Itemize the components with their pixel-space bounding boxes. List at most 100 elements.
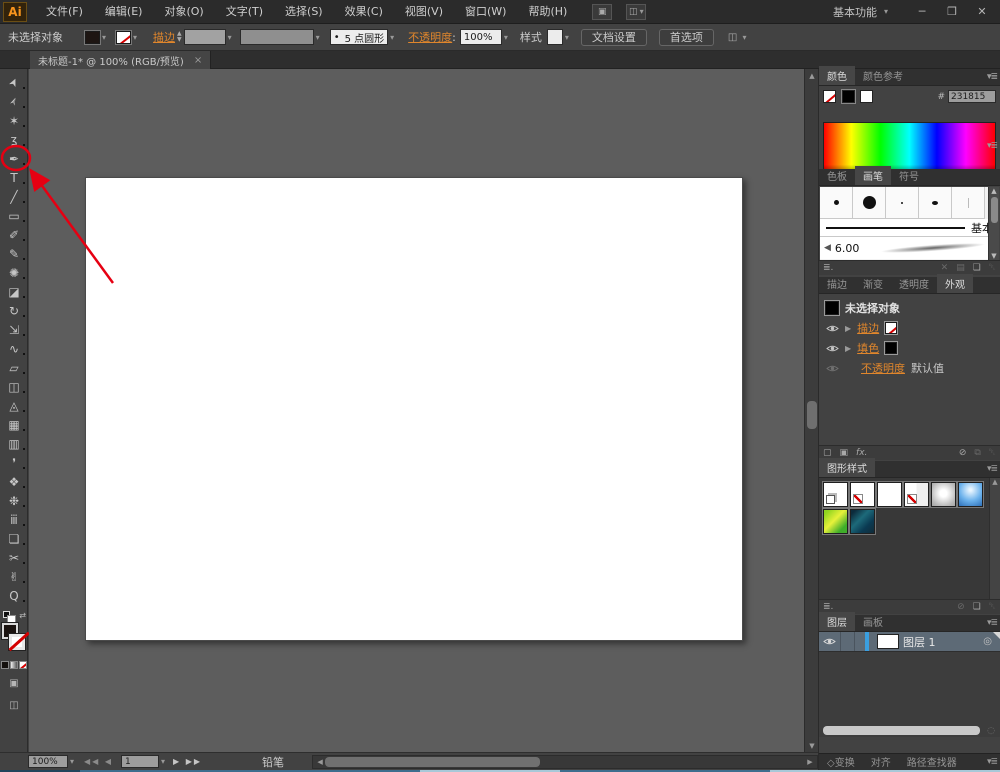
artboard-tool[interactable]: ❏: [0, 529, 28, 548]
rectangle-tool[interactable]: ▭: [0, 206, 28, 225]
eraser-tool[interactable]: ◪: [0, 282, 28, 301]
brush-libraries-icon[interactable]: ≣.: [823, 263, 833, 273]
vertical-scrollbar[interactable]: ▲ ▼: [804, 69, 818, 752]
drawing-mode-button[interactable]: ▣: [0, 675, 28, 691]
panel-tab[interactable]: 对齐: [863, 752, 899, 771]
duplicate-item-icon[interactable]: ⧉: [974, 448, 980, 458]
artboard-number-field[interactable]: 1: [121, 755, 159, 768]
zoom-level-field[interactable]: 100%: [28, 755, 68, 768]
panel-menu-icon[interactable]: ▾≣: [987, 757, 997, 767]
graphic-style-swatch[interactable]: [823, 482, 848, 507]
go-to-bridge-icon[interactable]: ▣: [592, 4, 612, 20]
swap-fill-stroke-icon[interactable]: ⇄: [19, 611, 26, 620]
artboard-nav-next-last[interactable]: ▶ ▶▶: [173, 757, 202, 766]
opacity-field[interactable]: 100%: [460, 29, 502, 45]
paintbrush-tool[interactable]: ✐: [0, 225, 28, 244]
panel-tab[interactable]: 符号: [891, 166, 927, 185]
chevron-down-icon[interactable]: ▾: [316, 33, 320, 42]
perspective-grid-tool[interactable]: ◬: [0, 396, 28, 415]
layer-target-icon[interactable]: ◎: [983, 636, 992, 647]
disclosure-triangle-icon[interactable]: ▶: [845, 344, 851, 353]
shape-builder-tool[interactable]: ◫: [0, 377, 28, 396]
graphic-style-swatch[interactable]: [904, 482, 929, 507]
menu-item[interactable]: 选择(S): [274, 0, 334, 23]
delete-style-icon[interactable]: ␡: [989, 602, 996, 612]
horizontal-scrollbar-thumb[interactable]: [325, 757, 540, 767]
panel-menu-icon[interactable]: ▾≣: [987, 464, 997, 474]
panel-tab[interactable]: 透明度: [891, 274, 937, 293]
panel-tab[interactable]: 画笔: [855, 166, 891, 185]
tab-close-icon[interactable]: ×: [194, 55, 202, 66]
chevron-down-icon[interactable]: ▾: [102, 33, 106, 42]
gradient-mode-button[interactable]: [10, 661, 18, 669]
slice-tool[interactable]: ✂: [0, 548, 28, 567]
stroke-panel-link[interactable]: 描边: [153, 29, 175, 45]
column-graph-tool[interactable]: ⅲ: [0, 510, 28, 529]
remove-brush-stroke-icon[interactable]: ✕: [941, 263, 949, 273]
scroll-up-icon[interactable]: ▲: [805, 69, 819, 82]
layer-row[interactable]: 图层 1 ◎: [819, 632, 1000, 652]
panel-tab[interactable]: 图层: [819, 612, 855, 631]
graphic-style-swatch[interactable]: [958, 482, 983, 507]
graphic-style-swatch[interactable]: [850, 482, 875, 507]
lasso-tool[interactable]: ʓ: [0, 130, 28, 149]
workspace-switcher[interactable]: 基本功能 ▾: [833, 4, 888, 20]
control-panel-menu-icon[interactable]: ◫ ▾: [728, 32, 747, 43]
menu-item[interactable]: 帮助(H): [517, 0, 578, 23]
appearance-opacity-row[interactable]: 不透明度 默认值: [819, 358, 1000, 378]
scroll-down-icon[interactable]: ▼: [805, 739, 819, 752]
new-effect-icon[interactable]: fx.: [856, 448, 867, 458]
panel-menu-icon[interactable]: ▾≣: [987, 72, 997, 82]
new-style-icon[interactable]: ❏: [973, 602, 981, 612]
close-button[interactable]: ✕: [974, 5, 990, 18]
attribute-swatch[interactable]: [885, 322, 897, 334]
stroke-width-field[interactable]: [184, 29, 226, 45]
brush-item-charcoal[interactable]: ◀ 6.00: [820, 237, 999, 259]
menu-item[interactable]: 文件(F): [35, 0, 94, 23]
chevron-down-icon[interactable]: ▾: [228, 33, 232, 42]
panel-tab[interactable]: ◇变换: [819, 752, 863, 771]
pencil-tool[interactable]: ✎: [0, 244, 28, 263]
white-color-swatch[interactable]: [860, 90, 873, 103]
restore-button[interactable]: ❒: [944, 5, 960, 18]
brush-item[interactable]: [919, 187, 952, 219]
menu-item[interactable]: 编辑(E): [94, 0, 154, 23]
layer-name[interactable]: 图层 1: [903, 634, 936, 650]
layers-scrollbar-thumb[interactable]: [823, 726, 980, 735]
graphic-style-swatch[interactable]: [931, 482, 956, 507]
visibility-eye-icon[interactable]: [825, 344, 839, 353]
panel-tab[interactable]: 画板: [855, 612, 891, 631]
opacity-link[interactable]: 不透明度: [861, 360, 905, 376]
appearance-row[interactable]: ▶ 描边: [819, 318, 1000, 338]
width-profile-dropdown[interactable]: [240, 29, 314, 45]
stroke-width-stepper[interactable]: ▲▼: [177, 31, 182, 43]
panel-tab[interactable]: 图形样式: [819, 458, 875, 477]
artboard[interactable]: [85, 177, 743, 641]
layer-lock-cell[interactable]: [841, 632, 855, 651]
mesh-tool[interactable]: ▦: [0, 415, 28, 434]
attribute-swatch[interactable]: [885, 342, 897, 354]
menu-item[interactable]: 窗口(W): [454, 0, 517, 23]
panel-tab[interactable]: 路径查找器: [899, 752, 965, 771]
scroll-down-icon[interactable]: ▼: [991, 252, 996, 260]
layer-visibility-eye-icon[interactable]: [819, 632, 841, 651]
disclosure-triangle-icon[interactable]: ▶: [845, 324, 851, 333]
clear-appearance-icon[interactable]: ⊘: [959, 448, 967, 458]
visibility-eye-icon[interactable]: [825, 324, 839, 333]
break-link-icon[interactable]: ⊘: [957, 602, 965, 612]
scale-tool[interactable]: ⇲: [0, 320, 28, 339]
brush-item-basic[interactable]: 基本: [820, 219, 999, 237]
panel-tab[interactable]: 颜色参考: [855, 66, 911, 85]
scroll-up-icon[interactable]: ▲: [992, 478, 997, 486]
menu-item[interactable]: 效果(C): [334, 0, 394, 23]
screen-mode-button[interactable]: ◫: [0, 697, 28, 713]
style-libraries-icon[interactable]: ≣.: [823, 602, 833, 612]
rotate-tool[interactable]: ↻: [0, 301, 28, 320]
chevron-down-icon[interactable]: ▾: [390, 33, 394, 42]
brush-item[interactable]: [886, 187, 919, 219]
selection-tool[interactable]: ➤: [0, 73, 28, 92]
hand-tool[interactable]: ✌: [0, 567, 28, 586]
minimize-button[interactable]: ─: [914, 5, 930, 18]
graphic-style-swatch[interactable]: [823, 509, 848, 534]
gradient-tool[interactable]: ▥: [0, 434, 28, 453]
